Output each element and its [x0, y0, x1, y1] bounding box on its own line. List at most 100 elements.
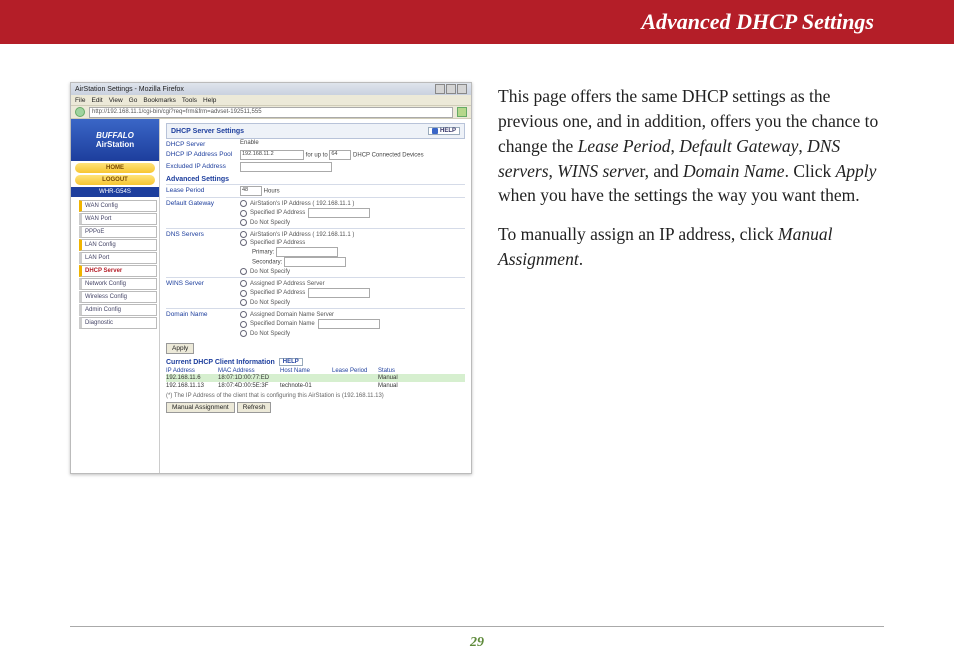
reload-icon[interactable] — [75, 107, 85, 117]
gateway-label: Default Gateway — [166, 199, 236, 207]
row-wins: WINS Server Assigned IP Address Server S… — [166, 277, 465, 308]
wins-ip-input[interactable] — [308, 288, 370, 298]
panel-header: DHCP Server Settings HELP — [166, 123, 465, 139]
nav-wan-config[interactable]: WAN Config — [79, 200, 157, 212]
col-status: Status — [378, 368, 395, 374]
dns-secondary-input[interactable] — [284, 257, 346, 267]
nav-wireless-config[interactable]: Wireless Config — [79, 291, 157, 303]
dns-opt-none[interactable]: Do Not Specify — [240, 268, 465, 275]
window-title: AirStation Settings - Mozilla Firefox — [75, 86, 184, 93]
pool-start-input[interactable]: 192.168.11.2 — [240, 150, 304, 160]
menu-view[interactable]: View — [109, 97, 123, 104]
dns-opt-airstation[interactable]: AirStation's IP Address ( 192.168.11.1 ) — [240, 231, 465, 238]
url-input[interactable]: http://192.168.11.1/cgi-bin/cgi?req=frm&… — [89, 107, 453, 118]
dns-primary-label: Primary: — [252, 250, 274, 256]
router-main-panel: DHCP Server Settings HELP DHCP Server En… — [160, 119, 471, 474]
close-icon[interactable] — [457, 84, 467, 94]
dhcp-server-value: Enable — [240, 140, 465, 146]
domain-name-input[interactable] — [318, 319, 380, 329]
minimize-icon[interactable] — [435, 84, 445, 94]
nav-diagnostic[interactable]: Diagnostic — [79, 317, 157, 329]
home-button[interactable]: HOME — [75, 163, 155, 173]
row-excluded: Excluded IP Address — [166, 161, 465, 173]
col-lease: Lease Period — [332, 368, 372, 374]
model-label: WHR-G54S — [71, 187, 159, 197]
clients-note: (*) The IP Address of the client that is… — [166, 393, 465, 399]
excluded-input[interactable] — [240, 162, 332, 172]
menu-help[interactable]: Help — [203, 97, 216, 104]
ip-pool-label: DHCP IP Address Pool — [166, 150, 236, 158]
dhcp-server-label: DHCP Server — [166, 140, 236, 148]
term-domain-name: Domain Name — [683, 161, 785, 181]
maximize-icon[interactable] — [446, 84, 456, 94]
row-ip-pool: DHCP IP Address Pool 192.168.11.2 for up… — [166, 149, 465, 161]
router-sidebar: BUFFALO AirStation HOME LOGOUT WHR-G54S … — [71, 119, 160, 474]
row-lease: Lease Period 48 Hours — [166, 184, 465, 197]
nav-lan-port[interactable]: LAN Port — [79, 252, 157, 264]
wins-label: WINS Server — [166, 279, 236, 287]
brand-name: BUFFALO — [96, 131, 134, 140]
page-number: 29 — [0, 635, 954, 651]
menu-bookmarks[interactable]: Bookmarks — [143, 97, 176, 104]
clients-header: Current DHCP Client Information — [166, 359, 275, 366]
window-controls — [435, 84, 467, 94]
lease-input[interactable]: 48 — [240, 186, 262, 196]
brand-logo: BUFFALO AirStation — [71, 119, 159, 161]
term-apply: Apply — [836, 161, 877, 181]
dns-secondary-label: Secondary: — [252, 260, 282, 266]
client-row-1: 192.168.11.6 18:07:1D:00:77:ED Manual — [166, 374, 465, 382]
dns-opt-specified[interactable]: Specified IP Address — [240, 239, 465, 246]
dns-primary-input[interactable] — [276, 247, 338, 257]
term-wins-server: WINS serve — [557, 161, 639, 181]
domain-opt-none[interactable]: Do Not Specify — [240, 330, 465, 337]
domain-label: Domain Name — [166, 310, 236, 318]
gateway-opt-specified[interactable]: Specified IP Address — [240, 208, 465, 218]
title-band: Advanced DHCP Settings — [0, 0, 954, 44]
nav-dhcp-server[interactable]: DHCP Server — [79, 265, 157, 277]
dns-label: DNS Servers — [166, 230, 236, 238]
footer-rule — [70, 626, 884, 627]
gateway-opt-none[interactable]: Do Not Specify — [240, 219, 465, 226]
nav-network-config[interactable]: Network Config — [79, 278, 157, 290]
refresh-button[interactable]: Refresh — [237, 402, 272, 413]
row-dns: DNS Servers AirStation's IP Address ( 19… — [166, 228, 465, 277]
nav-admin-config[interactable]: Admin Config — [79, 304, 157, 316]
col-ip: IP Address — [166, 368, 212, 374]
col-host: Host Name — [280, 368, 326, 374]
panel-title: DHCP Server Settings — [171, 128, 244, 135]
pool-for-text: for up to — [306, 153, 328, 159]
wins-opt-specified[interactable]: Specified IP Address — [240, 288, 465, 298]
apply-button[interactable]: Apply — [166, 343, 194, 354]
term-lease-period: Lease Period — [578, 136, 671, 156]
manual-assignment-button[interactable]: Manual Assignment — [166, 402, 235, 413]
body-text: This page offers the same DHCP settings … — [498, 82, 894, 474]
go-icon[interactable] — [457, 107, 467, 117]
logout-button[interactable]: LOGOUT — [75, 175, 155, 185]
nav-pppoe[interactable]: PPPoE — [79, 226, 157, 238]
wins-opt-assigned[interactable]: Assigned IP Address Server — [240, 280, 465, 287]
paragraph-1: This page offers the same DHCP settings … — [498, 84, 894, 208]
nav-lan-config[interactable]: LAN Config — [79, 239, 157, 251]
nav-wan-port[interactable]: WAN Port — [79, 213, 157, 225]
screenshot-figure: AirStation Settings - Mozilla Firefox Fi… — [70, 82, 472, 474]
row-gateway: Default Gateway AirStation's IP Address … — [166, 197, 465, 228]
window-titlebar: AirStation Settings - Mozilla Firefox — [71, 83, 471, 95]
menu-tools[interactable]: Tools — [182, 97, 197, 104]
domain-opt-specified[interactable]: Specified Domain Name — [240, 319, 465, 329]
col-mac: MAC Address — [218, 368, 274, 374]
menu-file[interactable]: File — [75, 97, 85, 104]
pool-count-input[interactable]: 64 — [329, 150, 351, 160]
clients-help-button[interactable]: HELP — [279, 358, 303, 366]
gateway-ip-input[interactable] — [308, 208, 370, 218]
wins-opt-none[interactable]: Do Not Specify — [240, 299, 465, 306]
lease-unit: Hours — [264, 189, 280, 195]
help-button[interactable]: HELP — [428, 127, 460, 135]
menu-edit[interactable]: Edit — [91, 97, 102, 104]
product-name: AirStation — [96, 140, 134, 149]
menu-go[interactable]: Go — [129, 97, 138, 104]
browser-menubar: File Edit View Go Bookmarks Tools Help — [71, 95, 471, 105]
gateway-opt-airstation[interactable]: AirStation's IP Address ( 192.168.11.1 ) — [240, 200, 465, 207]
term-default-gateway: De­fault Gateway — [679, 136, 798, 156]
domain-opt-assigned[interactable]: Assigned Domain Name Server — [240, 311, 465, 318]
browser-addressbar: http://192.168.11.1/cgi-bin/cgi?req=frm&… — [71, 105, 471, 119]
